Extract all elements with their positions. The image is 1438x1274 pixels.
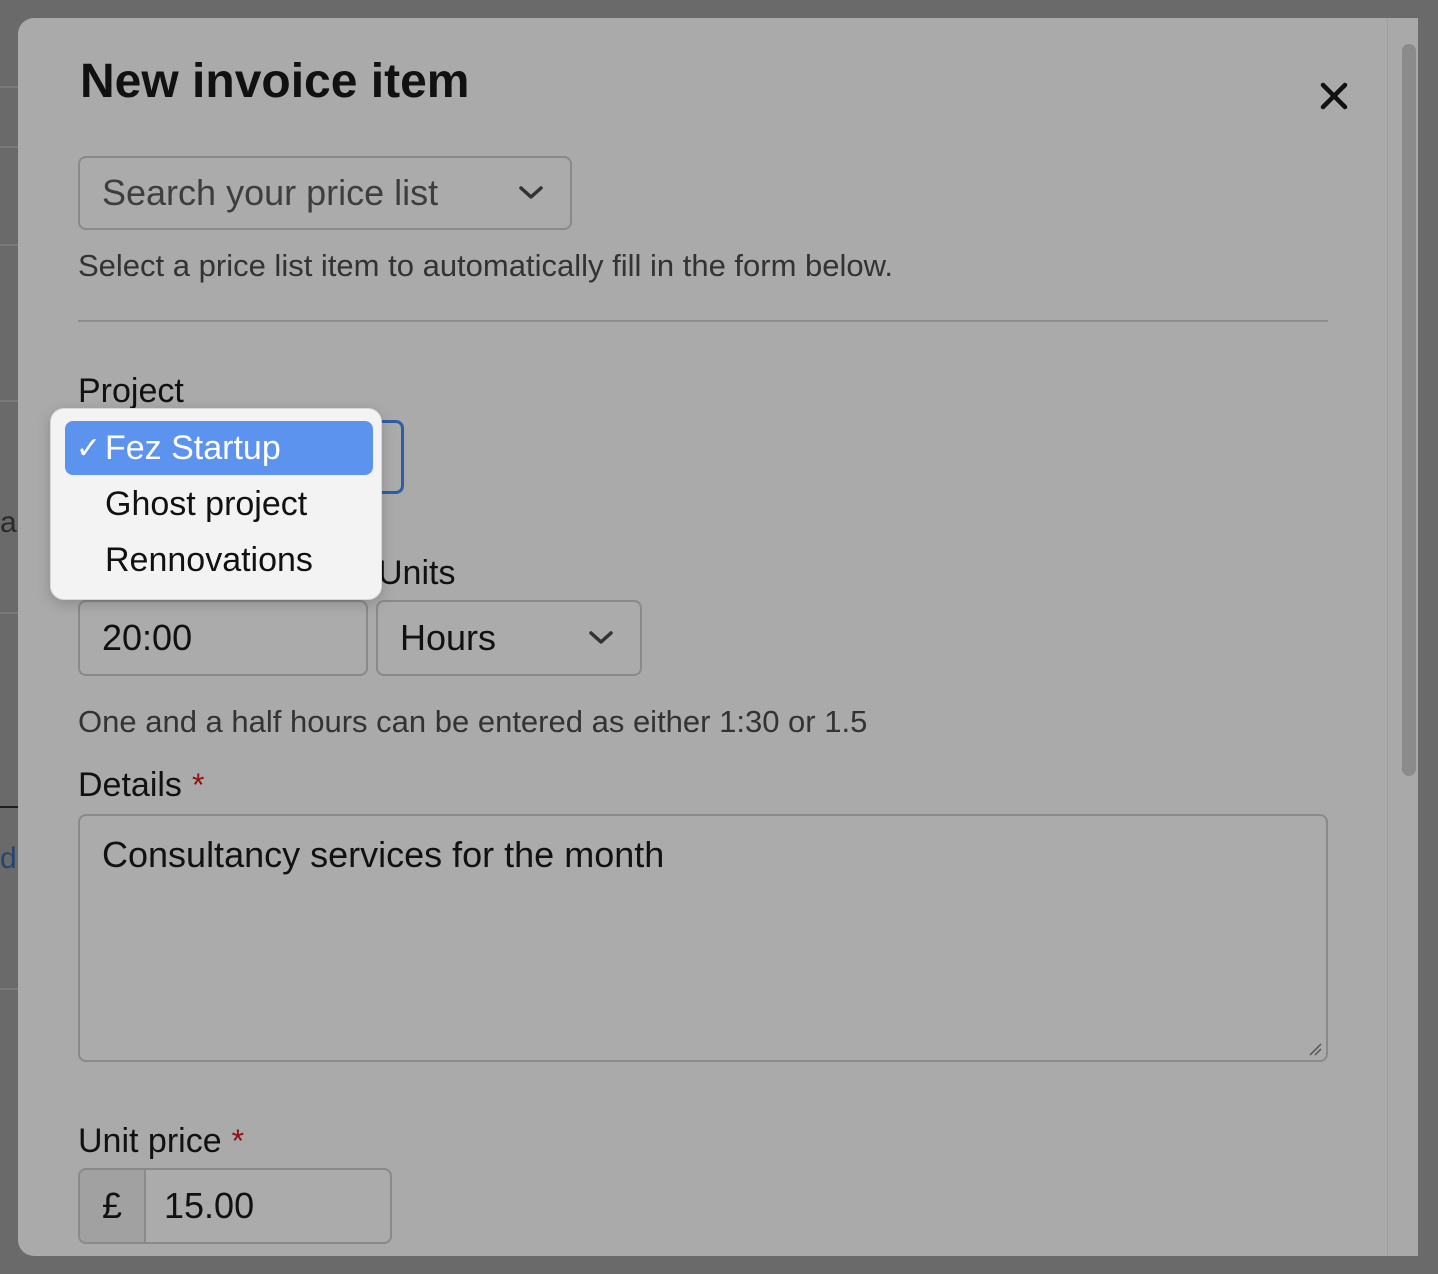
details-label: Details * [78,766,204,805]
background-divider [0,146,18,148]
background-divider [0,612,18,614]
unit-price-label: Unit price * [78,1122,244,1161]
option-label: Fez Startup [105,428,281,467]
project-option-rennovations[interactable]: Rennovations [65,533,373,587]
price-list-search-select[interactable]: Search your price list [78,156,572,230]
quantity-help-text: One and a half hours can be entered as e… [78,704,868,739]
background-divider [0,988,18,990]
chevron-down-icon [519,186,543,199]
modal-scrollbar[interactable] [1387,18,1418,1256]
scrollbar-thumb[interactable] [1402,44,1416,776]
section-divider [78,320,1328,322]
units-select[interactable]: Hours [376,600,642,676]
background-divider [0,806,18,808]
unit-price-input[interactable]: 15.00 [146,1170,254,1242]
details-value: Consultancy services for the month [102,834,665,875]
background-divider [0,400,18,402]
unit-price-field[interactable]: £ 15.00 [78,1168,392,1244]
resize-handle-icon[interactable] [1306,1040,1322,1056]
chevron-down-icon [589,631,613,644]
currency-addon: £ [80,1170,146,1242]
option-label: Rennovations [105,540,313,579]
option-label: Ghost project [105,484,308,523]
checkmark-icon: ✓ [75,431,101,465]
background-link-fragment: d [0,842,17,875]
details-textarea[interactable]: Consultancy services for the month [78,814,1328,1062]
project-dropdown-menu: ✓ Fez Startup Ghost project Rennovations [50,408,382,600]
project-option-ghost-project[interactable]: Ghost project [65,477,373,531]
project-label: Project [78,372,184,410]
details-label-text: Details [78,766,182,804]
close-button[interactable] [1312,74,1356,118]
required-marker: * [231,1123,245,1159]
quantity-input[interactable]: 20:00 [78,600,368,676]
project-option-fez-startup[interactable]: ✓ Fez Startup [65,421,373,475]
required-marker: * [191,767,205,803]
price-list-help-text: Select a price list item to automaticall… [78,248,893,283]
close-icon [1320,82,1348,110]
new-invoice-item-modal: New invoice item Search your price list … [18,18,1418,1256]
modal-title: New invoice item [80,55,470,108]
units-selected-value: Hours [400,617,497,658]
price-list-placeholder: Search your price list [102,172,439,213]
unit-price-label-text: Unit price [78,1122,222,1160]
units-label: Units [378,554,456,592]
background-divider [0,244,18,246]
background-divider [0,86,18,88]
